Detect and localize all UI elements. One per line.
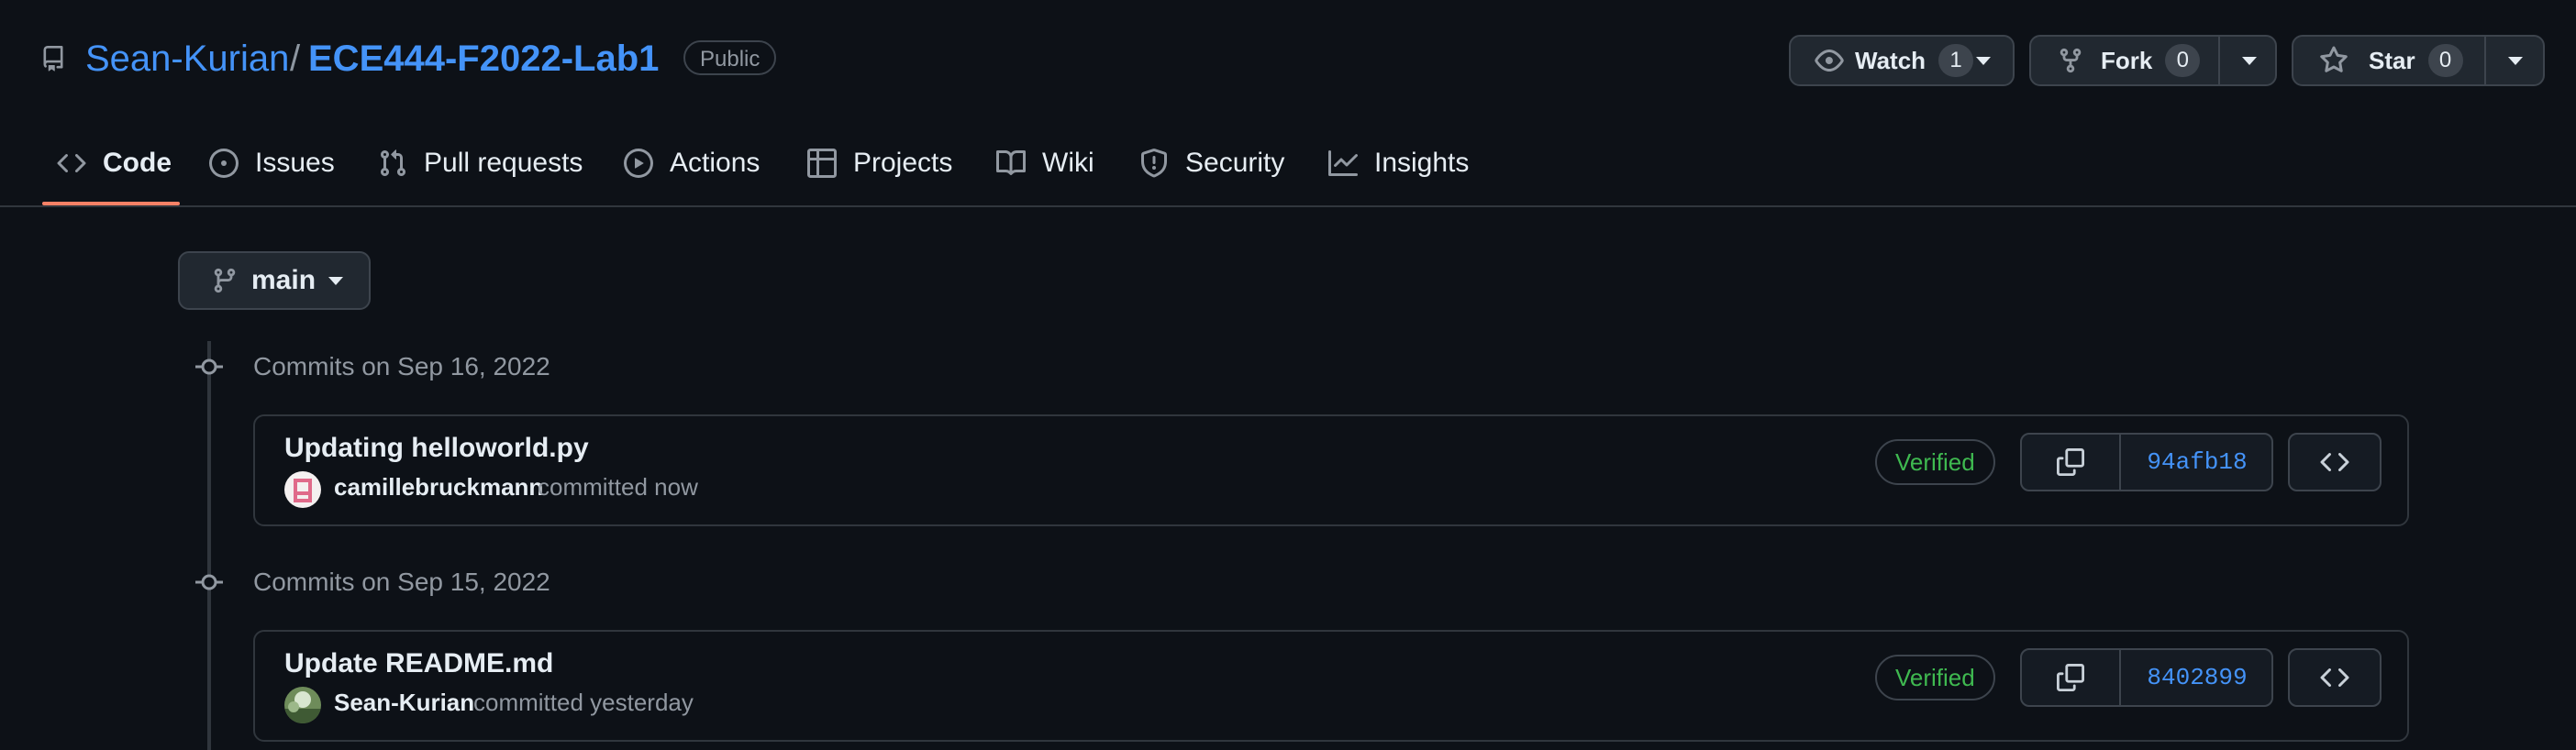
star-button[interactable]: Star 0 bbox=[2293, 37, 2463, 84]
fork-divider bbox=[2218, 37, 2220, 84]
tab-insights-label: Insights bbox=[1374, 148, 1470, 178]
tab-issues[interactable]: Issues bbox=[209, 136, 335, 191]
commit-sha-link[interactable]: 94afb18 bbox=[2121, 435, 2273, 490]
repo-name-link[interactable]: ECE444-F2022-Lab1 bbox=[308, 35, 659, 83]
avatar[interactable] bbox=[284, 471, 321, 508]
tab-projects[interactable]: Projects bbox=[807, 136, 952, 191]
tab-security-label: Security bbox=[1185, 148, 1285, 178]
commit-time: committed now bbox=[538, 473, 698, 501]
fork-count: 0 bbox=[2165, 44, 2201, 77]
commit-row: Updating helloworld.py camillebruckmann … bbox=[253, 414, 2409, 526]
star-icon bbox=[2320, 46, 2348, 72]
tab-pull-requests-label: Pull requests bbox=[424, 148, 583, 178]
watch-count: 1 bbox=[1938, 44, 1974, 77]
timeline-line bbox=[207, 341, 211, 750]
copy-sha-button[interactable] bbox=[2022, 435, 2121, 490]
sha-button-group: 8402899 bbox=[2020, 648, 2273, 707]
commit-row: Update README.md Sean-Kurian committed y… bbox=[253, 630, 2409, 742]
tab-actions[interactable]: Actions bbox=[624, 136, 760, 191]
eye-icon bbox=[1815, 50, 1844, 72]
code-icon bbox=[57, 153, 86, 173]
commit-node-icon bbox=[195, 356, 223, 378]
fork-icon bbox=[2060, 48, 2082, 73]
commit-title-link[interactable]: Update README.md bbox=[284, 648, 553, 679]
fork-button-group: Fork 0 bbox=[2029, 35, 2277, 86]
tab-issues-label: Issues bbox=[255, 148, 335, 178]
watch-button[interactable]: Watch 1 bbox=[1791, 37, 1974, 84]
code-icon bbox=[2320, 667, 2349, 688]
browse-repo-button[interactable] bbox=[2288, 433, 2382, 491]
tab-security[interactable]: Security bbox=[1139, 136, 1284, 191]
star-button-group: Star 0 bbox=[2292, 35, 2545, 86]
chevron-down-icon bbox=[328, 276, 344, 285]
watch-button-group: Watch 1 bbox=[1789, 35, 2015, 86]
watch-label: Watch bbox=[1855, 46, 1926, 74]
commit-date-heading: Commits on Sep 15, 2022 bbox=[253, 568, 550, 596]
star-count: 0 bbox=[2427, 44, 2463, 77]
visibility-badge: Public bbox=[683, 40, 777, 75]
commit-title-link[interactable]: Updating helloworld.py bbox=[284, 433, 589, 464]
book-icon bbox=[996, 149, 1026, 175]
nav-divider bbox=[0, 205, 2576, 207]
tab-code[interactable]: Code bbox=[57, 136, 172, 191]
fork-label: Fork bbox=[2101, 46, 2153, 74]
copy-sha-button[interactable] bbox=[2022, 650, 2121, 705]
commit-node-icon bbox=[195, 571, 223, 593]
commit-sha-link[interactable]: 8402899 bbox=[2121, 650, 2273, 705]
sha-button-group: 94afb18 bbox=[2020, 433, 2273, 491]
commit-author-link[interactable]: Sean-Kurian bbox=[334, 689, 474, 717]
copy-icon bbox=[2057, 664, 2084, 691]
fork-dropdown-caret[interactable] bbox=[2242, 57, 2257, 65]
tab-projects-label: Projects bbox=[853, 148, 953, 178]
branch-selector[interactable]: main bbox=[178, 251, 371, 310]
tab-code-label: Code bbox=[103, 148, 172, 178]
browse-repo-button[interactable] bbox=[2288, 648, 2382, 707]
graph-icon bbox=[1328, 150, 1358, 176]
star-dropdown-caret[interactable] bbox=[2508, 57, 2523, 65]
repo-icon bbox=[40, 44, 66, 73]
copy-icon bbox=[2057, 448, 2084, 476]
issue-icon bbox=[209, 149, 239, 178]
play-icon bbox=[624, 149, 653, 178]
commit-date-heading: Commits on Sep 16, 2022 bbox=[253, 352, 550, 381]
verified-badge[interactable]: Verified bbox=[1875, 439, 1995, 485]
tab-wiki-label: Wiki bbox=[1042, 148, 1094, 178]
fork-button[interactable]: Fork 0 bbox=[2031, 37, 2201, 84]
pull-request-icon bbox=[380, 149, 406, 177]
tab-pull-requests[interactable]: Pull requests bbox=[378, 136, 583, 191]
commit-time: committed yesterday bbox=[473, 689, 694, 716]
star-divider bbox=[2484, 37, 2486, 84]
branch-label: main bbox=[251, 265, 316, 295]
table-icon bbox=[807, 149, 837, 178]
avatar[interactable] bbox=[284, 687, 321, 723]
commit-author-link[interactable]: camillebruckmann bbox=[334, 473, 543, 502]
tab-insights[interactable]: Insights bbox=[1328, 136, 1469, 191]
watch-dropdown-caret[interactable] bbox=[1976, 57, 1991, 65]
verified-badge[interactable]: Verified bbox=[1875, 655, 1995, 700]
git-branch-icon bbox=[214, 268, 236, 293]
tab-wiki[interactable]: Wiki bbox=[996, 136, 1094, 191]
code-icon bbox=[2320, 452, 2349, 472]
tab-actions-label: Actions bbox=[670, 148, 761, 178]
repo-owner-link[interactable]: Sean-Kurian bbox=[85, 35, 289, 83]
shield-icon bbox=[1141, 149, 1167, 178]
star-label: Star bbox=[2369, 46, 2415, 74]
path-separator: / bbox=[290, 39, 301, 79]
